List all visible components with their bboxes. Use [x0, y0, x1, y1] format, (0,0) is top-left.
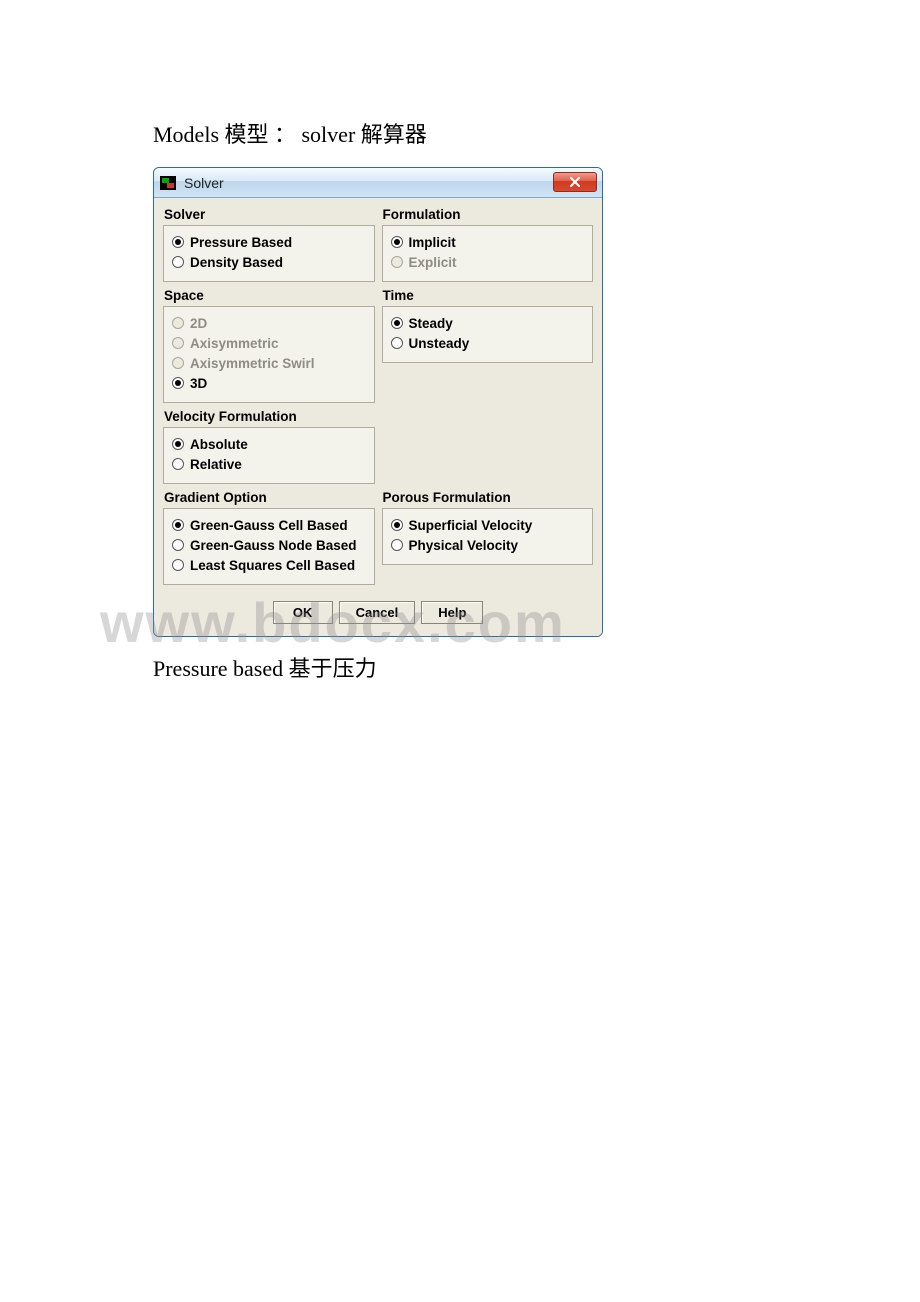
formulation-group: Implicit Explicit — [382, 225, 594, 282]
solver-group-title: Solver — [163, 207, 375, 222]
radio-label: Least Squares Cell Based — [190, 557, 355, 575]
gradient-group-title: Gradient Option — [163, 490, 375, 505]
radio-label: Absolute — [190, 436, 248, 454]
radio-label: Density Based — [190, 254, 283, 272]
page-heading: Models 模型 ： solver 解算器 — [153, 117, 920, 149]
radio-icon — [391, 256, 403, 268]
radio-icon — [172, 236, 184, 248]
velocity-group-title: Velocity Formulation — [163, 409, 375, 424]
porous-group-title: Porous Formulation — [382, 490, 594, 505]
radio-icon — [391, 337, 403, 349]
radio-icon — [391, 317, 403, 329]
radio-icon — [391, 236, 403, 248]
radio-gg-node[interactable]: Green-Gauss Node Based — [172, 537, 366, 555]
radio-density-based[interactable]: Density Based — [172, 254, 366, 272]
radio-icon — [172, 317, 184, 329]
dialog-titlebar[interactable]: Solver — [154, 168, 602, 198]
time-group-title: Time — [382, 288, 594, 303]
radio-icon — [172, 438, 184, 450]
radio-axisymmetric-swirl: Axisymmetric Swirl — [172, 355, 366, 373]
space-group-title: Space — [163, 288, 375, 303]
cancel-button[interactable]: Cancel — [339, 601, 416, 624]
radio-superficial[interactable]: Superficial Velocity — [391, 517, 585, 535]
radio-physical[interactable]: Physical Velocity — [391, 537, 585, 555]
radio-icon — [172, 539, 184, 551]
radio-icon — [172, 559, 184, 571]
radio-label: Implicit — [409, 234, 456, 252]
space-group: 2D Axisymmetric Axisymmetric Swirl — [163, 306, 375, 403]
dialog-title: Solver — [184, 175, 224, 191]
radio-gg-cell[interactable]: Green-Gauss Cell Based — [172, 517, 366, 535]
formulation-group-title: Formulation — [382, 207, 594, 222]
solver-group: Pressure Based Density Based — [163, 225, 375, 282]
radio-absolute[interactable]: Absolute — [172, 436, 366, 454]
ok-button[interactable]: OK — [273, 601, 333, 624]
gradient-group: Green-Gauss Cell Based Green-Gauss Node … — [163, 508, 375, 585]
radio-icon — [172, 337, 184, 349]
radio-label: Axisymmetric — [190, 335, 279, 353]
radio-icon — [391, 539, 403, 551]
dialog-body: Solver Pressure Based Density Based Form — [154, 198, 602, 636]
radio-icon — [172, 357, 184, 369]
radio-label: Superficial Velocity — [409, 517, 533, 535]
close-icon — [569, 177, 581, 187]
radio-icon — [391, 519, 403, 531]
radio-steady[interactable]: Steady — [391, 315, 585, 333]
radio-label: Unsteady — [409, 335, 470, 353]
velocity-group: Absolute Relative — [163, 427, 375, 484]
dialog-button-row: OK Cancel Help — [163, 591, 593, 630]
radio-explicit: Explicit — [391, 254, 585, 272]
radio-axisymmetric: Axisymmetric — [172, 335, 366, 353]
radio-2d: 2D — [172, 315, 366, 333]
radio-icon — [172, 256, 184, 268]
radio-label: Green-Gauss Cell Based — [190, 517, 348, 535]
help-button[interactable]: Help — [421, 601, 483, 624]
radio-label: Pressure Based — [190, 234, 292, 252]
radio-pressure-based[interactable]: Pressure Based — [172, 234, 366, 252]
app-icon — [160, 176, 176, 190]
radio-icon — [172, 377, 184, 389]
radio-lsq-cell[interactable]: Least Squares Cell Based — [172, 557, 366, 575]
radio-label: Green-Gauss Node Based — [190, 537, 357, 555]
radio-implicit[interactable]: Implicit — [391, 234, 585, 252]
radio-label: 3D — [190, 375, 207, 393]
time-group: Steady Unsteady — [382, 306, 594, 363]
radio-label: Explicit — [409, 254, 457, 272]
close-button[interactable] — [553, 172, 597, 192]
radio-icon — [172, 519, 184, 531]
radio-label: Physical Velocity — [409, 537, 519, 555]
radio-label: Axisymmetric Swirl — [190, 355, 315, 373]
radio-label: Steady — [409, 315, 453, 333]
radio-3d[interactable]: 3D — [172, 375, 366, 393]
page-footer-text: Pressure based 基于压力 — [153, 651, 920, 683]
radio-label: 2D — [190, 315, 207, 333]
radio-icon — [172, 458, 184, 470]
porous-group: Superficial Velocity Physical Velocity — [382, 508, 594, 565]
radio-label: Relative — [190, 456, 242, 474]
solver-dialog: Solver Solver Pressure Based — [153, 167, 603, 637]
radio-relative[interactable]: Relative — [172, 456, 366, 474]
radio-unsteady[interactable]: Unsteady — [391, 335, 585, 353]
